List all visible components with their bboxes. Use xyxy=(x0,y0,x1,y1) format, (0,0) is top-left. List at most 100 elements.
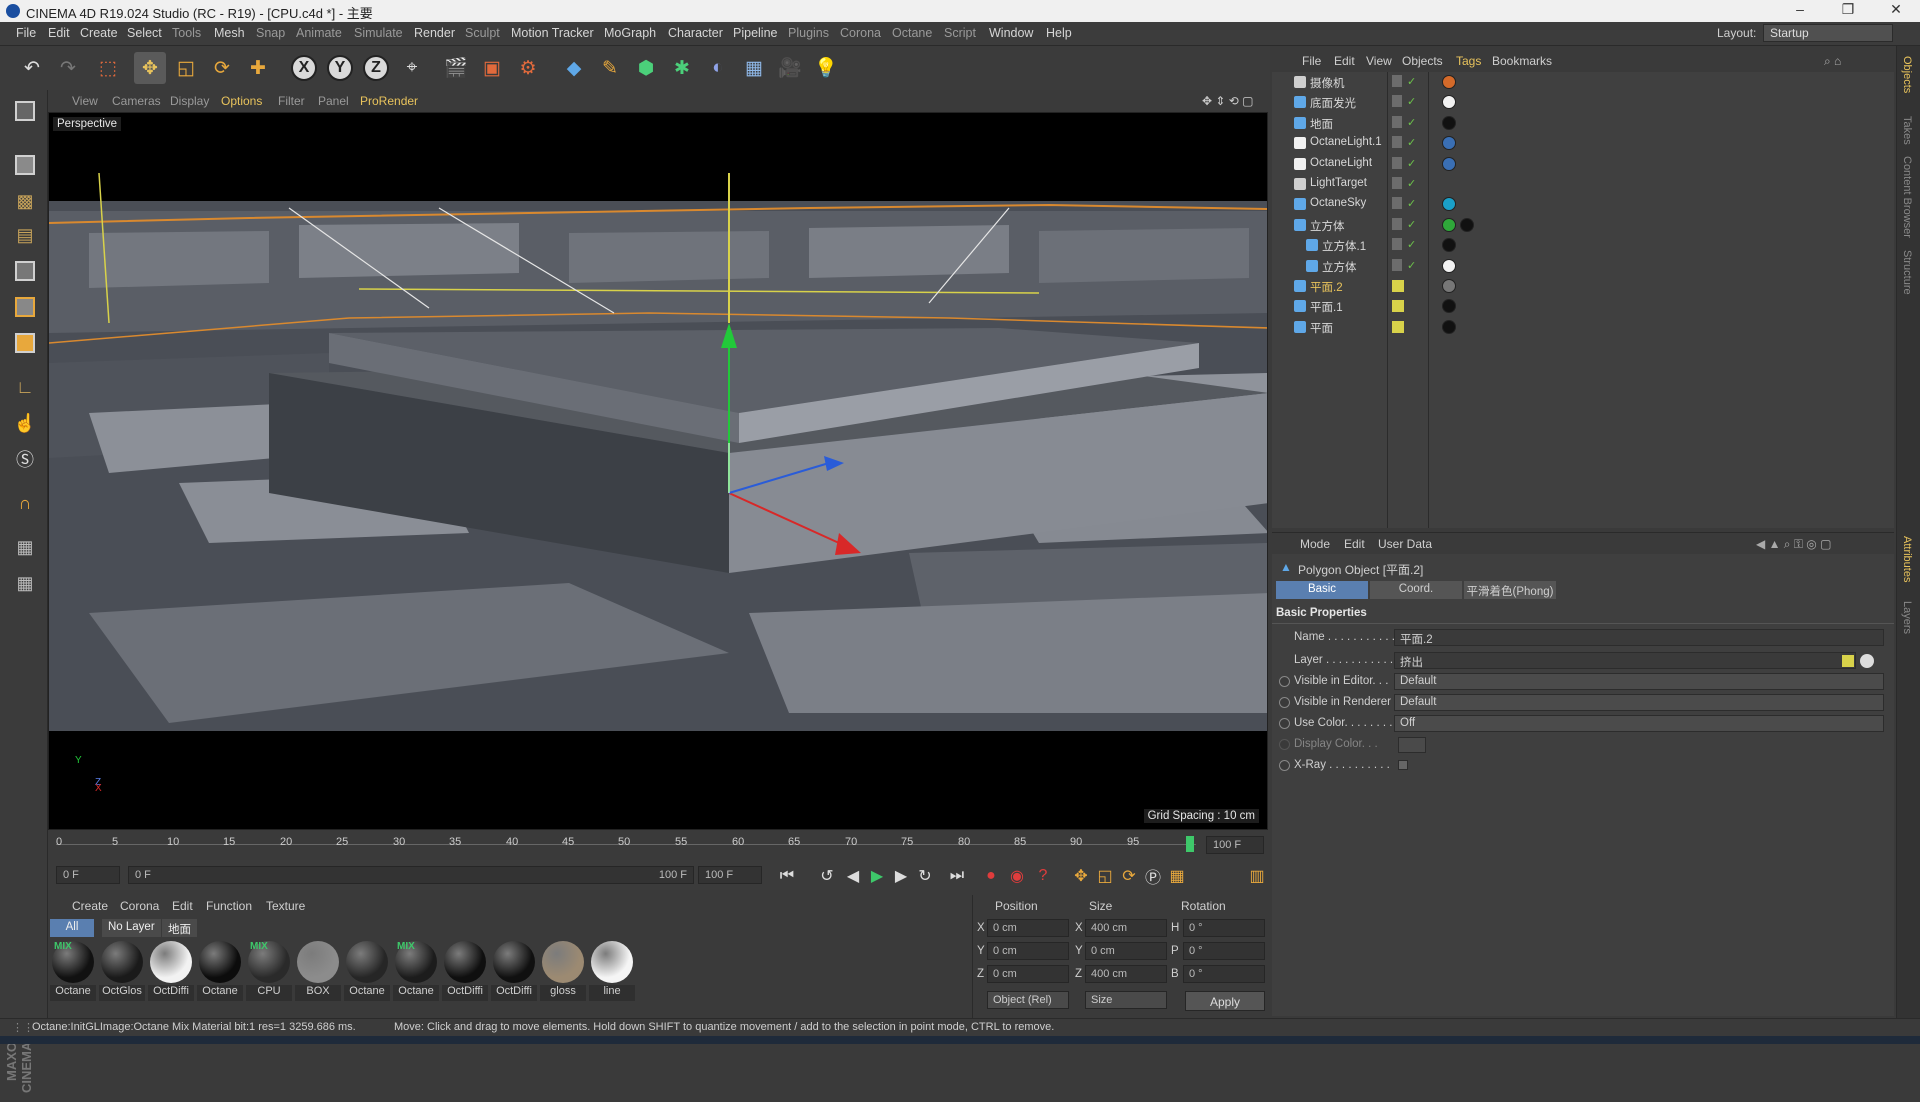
locked-workplane-icon[interactable]: ▦ xyxy=(10,532,40,562)
redo-icon[interactable]: ↷ xyxy=(52,52,84,84)
object-row[interactable]: 平面.1 xyxy=(1272,296,1894,316)
menu-sculpt[interactable]: Sculpt xyxy=(465,26,500,40)
end-frame-field[interactable]: 100 F xyxy=(1206,836,1264,854)
previous-frame-icon[interactable]: ◀ xyxy=(842,865,864,887)
enabled-check-icon[interactable]: ✓ xyxy=(1407,75,1416,88)
attr-nav-icons[interactable]: ◀ ▲ ⌕ ⚿ ◎ ▢ xyxy=(1756,537,1831,552)
viewport-menu-prorender[interactable]: ProRender xyxy=(360,94,418,108)
deformer-icon[interactable]: ◐ xyxy=(702,52,734,84)
key-rotation-icon[interactable]: ⟳ xyxy=(1118,865,1140,887)
layer-color-icon[interactable] xyxy=(1392,320,1404,333)
axis-mode-icon[interactable]: ∟ xyxy=(10,372,40,402)
object-name[interactable]: 立方体 xyxy=(1310,218,1345,234)
world-coordinates-icon[interactable]: ⌖ xyxy=(396,52,428,84)
position-z-field[interactable]: 0 cm xyxy=(987,965,1069,983)
object-row[interactable]: 平面 xyxy=(1272,317,1894,337)
objects-menu-file[interactable]: File xyxy=(1302,54,1321,68)
enabled-check-icon[interactable]: ✓ xyxy=(1407,238,1416,251)
attr-menu-mode[interactable]: Mode xyxy=(1300,537,1330,551)
rotation-h-field[interactable]: 0 ° xyxy=(1183,919,1265,937)
viewport-menu-panel[interactable]: Panel xyxy=(318,94,349,108)
size-z-field[interactable]: 400 cm xyxy=(1085,965,1167,983)
make-editable-icon[interactable] xyxy=(10,96,40,126)
next-key-icon[interactable]: ↻ xyxy=(914,865,936,887)
live-selection-icon[interactable]: ⬚ xyxy=(92,52,124,84)
material-item[interactable]: OctDiffi xyxy=(148,941,194,1003)
enabled-check-icon[interactable]: ✓ xyxy=(1407,177,1416,190)
material-item[interactable]: OctDiffi xyxy=(491,941,537,1003)
menu-pipeline[interactable]: Pipeline xyxy=(733,26,777,40)
z-axis-icon[interactable]: Z xyxy=(360,52,392,84)
visibility-dots-icon[interactable] xyxy=(1392,95,1402,108)
material-menu-edit[interactable]: Edit xyxy=(172,899,193,913)
visible-renderer-animate-icon[interactable] xyxy=(1279,697,1290,708)
go-to-start-icon[interactable]: ⏮ xyxy=(776,865,798,887)
material-item[interactable]: Octane xyxy=(344,941,390,1003)
material-tag-icon[interactable] xyxy=(1442,217,1456,232)
material-tag-icon[interactable] xyxy=(1442,279,1456,293)
xray-checkbox[interactable] xyxy=(1398,760,1408,770)
material-item[interactable]: OctDiffi xyxy=(442,941,488,1003)
material-tag-icon[interactable] xyxy=(1442,75,1456,89)
menu-script[interactable]: Script xyxy=(944,26,976,40)
menu-window[interactable]: Window xyxy=(989,26,1033,40)
side-tab-takes[interactable]: Takes xyxy=(1901,116,1913,145)
viewport-menu-view[interactable]: View xyxy=(72,94,98,108)
points-mode-icon[interactable] xyxy=(10,256,40,286)
close-button[interactable]: ✕ xyxy=(1876,1,1916,21)
object-row[interactable]: 底面发光 ✓ xyxy=(1272,92,1894,112)
object-row[interactable]: LightTarget ✓ xyxy=(1272,174,1894,194)
timeline-window-icon[interactable]: ▥ xyxy=(1246,865,1268,887)
object-name[interactable]: OctaneLight.1 xyxy=(1310,136,1382,148)
render-settings-icon[interactable]: ⚙ xyxy=(512,52,544,84)
scale-icon[interactable]: ◱ xyxy=(170,52,202,84)
visibility-dots-icon[interactable] xyxy=(1392,197,1402,210)
y-axis-icon[interactable]: Y xyxy=(324,52,356,84)
tweak-mode-icon[interactable]: ☝ xyxy=(10,408,40,438)
autokey-icon[interactable]: ◉ xyxy=(1006,865,1028,887)
object-row[interactable]: 地面 ✓ xyxy=(1272,113,1894,133)
next-frame-icon[interactable]: ▶ xyxy=(890,865,912,887)
menu-animate[interactable]: Animate xyxy=(296,26,342,40)
tab-phong[interactable]: 平滑着色(Phong) xyxy=(1464,581,1556,599)
xray-animate-icon[interactable] xyxy=(1279,760,1290,771)
edges-mode-icon[interactable] xyxy=(10,292,40,322)
visible-editor-select[interactable]: Default xyxy=(1394,673,1884,690)
viewport-menu-filter[interactable]: Filter xyxy=(278,94,305,108)
add-icon[interactable]: ✚ xyxy=(242,52,274,84)
material-tag-icon[interactable] xyxy=(1442,258,1456,273)
viewport-menu-cameras[interactable]: Cameras xyxy=(112,94,161,108)
size-x-field[interactable]: 400 cm xyxy=(1085,919,1167,937)
visibility-dots-icon[interactable] xyxy=(1392,177,1402,189)
floor-icon[interactable]: ▦ xyxy=(738,52,770,84)
menu-plugins[interactable]: Plugins xyxy=(788,26,829,40)
visibility-dots-icon[interactable] xyxy=(1392,75,1402,87)
visibility-dots-icon[interactable] xyxy=(1392,258,1402,271)
light-icon[interactable]: 💡 xyxy=(810,52,842,84)
menu-help[interactable]: Help xyxy=(1046,26,1072,40)
menu-character[interactable]: Character xyxy=(668,26,723,40)
menu-simulate[interactable]: Simulate xyxy=(354,26,403,40)
menu-motion-tracker[interactable]: Motion Tracker xyxy=(511,26,594,40)
material-item[interactable]: MIX Octane xyxy=(50,941,96,1003)
filter-layer-ground[interactable]: 地面 xyxy=(162,919,197,937)
camera-icon[interactable]: 🎥 xyxy=(774,52,806,84)
material-item[interactable]: OctGlos xyxy=(99,941,145,1003)
texture-mode-icon[interactable]: ▩ xyxy=(10,186,40,216)
enabled-check-icon[interactable]: ✓ xyxy=(1407,136,1416,149)
object-name[interactable]: 地面 xyxy=(1310,116,1333,132)
material-tag-icon[interactable] xyxy=(1460,217,1474,232)
attr-menu-edit[interactable]: Edit xyxy=(1344,537,1365,551)
side-tab-objects[interactable]: Objects xyxy=(1901,56,1913,93)
menu-corona[interactable]: Corona xyxy=(840,26,881,40)
enabled-check-icon[interactable]: ✓ xyxy=(1407,157,1416,170)
record-icon[interactable]: ● xyxy=(980,865,1002,887)
keyframe-selection-icon[interactable]: ? xyxy=(1032,865,1054,887)
rotation-p-field[interactable]: 0 ° xyxy=(1183,942,1265,960)
current-frame-field[interactable]: 0 F xyxy=(56,866,120,884)
object-row[interactable]: 立方体 ✓ xyxy=(1272,256,1894,276)
material-tag-icon[interactable] xyxy=(1442,156,1456,171)
pen-icon[interactable]: ✎ xyxy=(594,52,626,84)
mograph-cloner-icon[interactable]: ✱ xyxy=(666,52,698,84)
menu-create[interactable]: Create xyxy=(80,26,118,40)
